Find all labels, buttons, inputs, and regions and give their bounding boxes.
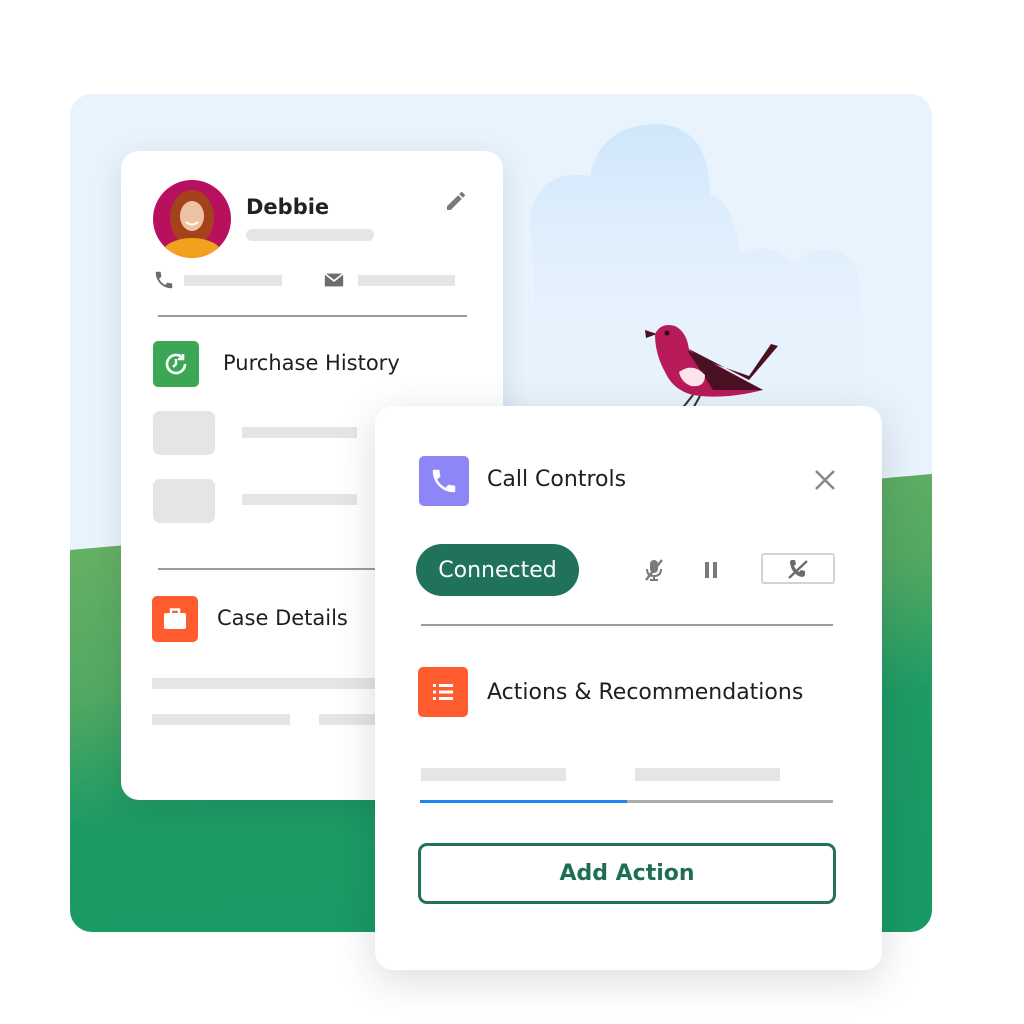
section-divider [421, 624, 833, 626]
email-icon[interactable] [323, 269, 345, 291]
purchase-thumbnail [153, 479, 215, 523]
connected-status-badge: Connected [416, 544, 579, 596]
pencil-edit-icon[interactable] [444, 189, 468, 213]
case-details-title: Case Details [217, 606, 348, 630]
purchase-thumbnail [153, 411, 215, 455]
phone-icon[interactable] [153, 269, 175, 291]
purchase-line-placeholder [242, 427, 357, 438]
bird-illustration [645, 325, 778, 413]
add-action-button[interactable]: Add Action [418, 843, 836, 904]
end-call-button[interactable] [761, 553, 835, 584]
mute-icon[interactable] [641, 557, 667, 583]
actions-recommendations-title: Actions & Recommendations [487, 680, 804, 705]
clock-refresh-icon [153, 341, 199, 387]
pause-icon[interactable] [698, 557, 724, 583]
briefcase-icon [152, 596, 198, 642]
tab-indicator-track [420, 800, 833, 803]
case-line-placeholder [152, 678, 382, 689]
call-controls-title: Call Controls [487, 467, 627, 492]
contact-name: Debbie [246, 195, 330, 219]
purchase-line-placeholder [242, 494, 357, 505]
tab-placeholder[interactable] [635, 768, 780, 781]
email-placeholder [358, 275, 455, 286]
avatar [153, 180, 231, 258]
purchase-history-title: Purchase History [223, 351, 400, 375]
call-controls-panel: Call Controls Connected Actions & Recomm… [375, 406, 882, 970]
close-icon[interactable] [813, 468, 837, 492]
phone-placeholder [184, 275, 282, 286]
case-line-placeholder [152, 714, 290, 725]
list-icon [418, 667, 468, 717]
section-divider [158, 315, 467, 317]
case-line-placeholder [319, 714, 379, 725]
phone-icon [419, 456, 469, 506]
tab-indicator-fill [420, 800, 627, 803]
end-call-icon [788, 559, 808, 579]
subtitle-placeholder [246, 229, 374, 241]
tab-placeholder[interactable] [421, 768, 566, 781]
